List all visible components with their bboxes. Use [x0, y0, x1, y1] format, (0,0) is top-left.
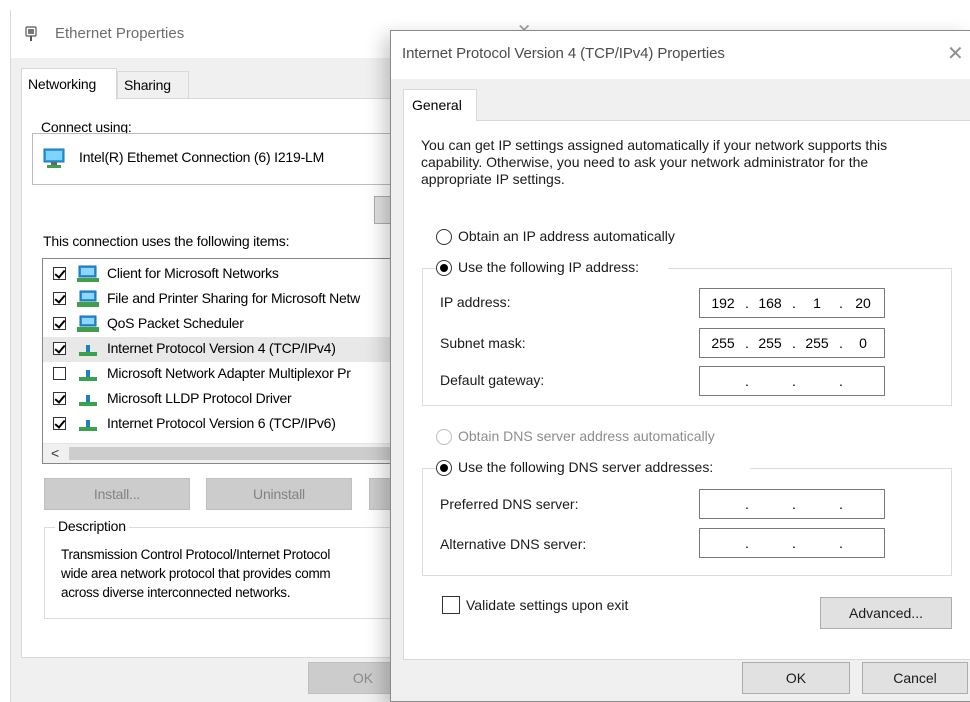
validate-settings-label: Validate settings upon exit — [466, 597, 629, 613]
network-service-icon — [77, 290, 99, 308]
items-label: This connection uses the following items… — [43, 233, 290, 249]
item-checkbox[interactable] — [53, 392, 66, 405]
item-label: Internet Protocol Version 4 (TCP/IPv4) — [107, 340, 336, 356]
tab-general[interactable]: General — [403, 89, 477, 121]
item-checkbox[interactable] — [53, 417, 66, 430]
tab-networking[interactable]: Networking — [21, 68, 117, 100]
ipv4-titlebar: Internet Protocol Version 4 (TCP/IPv4) P… — [391, 31, 970, 79]
protocol-icon — [77, 340, 99, 358]
tab-sharing[interactable]: Sharing — [117, 71, 189, 98]
protocol-icon — [77, 365, 99, 383]
subnet-mask-label: Subnet mask: — [440, 335, 526, 351]
preferred-dns-label: Preferred DNS server: — [440, 496, 579, 512]
ip-address-label: IP address: — [440, 294, 511, 310]
subnet-mask-field[interactable]: 255 . 255 . 255 . 0 — [699, 328, 885, 358]
validate-settings-checkbox[interactable] — [442, 596, 460, 614]
radio-label: Use the following IP address: — [458, 259, 640, 275]
item-label: File and Printer Sharing for Microsoft N… — [107, 290, 361, 306]
use-following-ip-radio[interactable]: Use the following IP address: — [436, 259, 668, 279]
protocol-icon — [77, 415, 99, 433]
item-label: Internet Protocol Version 6 (TCP/IPv6) — [107, 415, 336, 431]
octet-separator: . — [745, 535, 749, 551]
ipv4-title: Internet Protocol Version 4 (TCP/IPv4) P… — [402, 45, 725, 62]
item-checkbox[interactable] — [53, 267, 66, 280]
octet-separator: . — [839, 373, 843, 389]
alternative-dns-label: Alternative DNS server: — [440, 536, 587, 552]
ip-octet: 255 — [711, 335, 735, 351]
adapter-display: Intel(R) Ethemet Connection (6) I219-LM — [32, 133, 452, 185]
radio-button[interactable] — [436, 429, 452, 445]
dns-group — [422, 468, 952, 576]
ipv4-ok-button[interactable]: OK — [742, 662, 850, 694]
preferred-dns-field[interactable]: . . . — [699, 489, 885, 519]
item-label: Microsoft LLDP Protocol Driver — [107, 390, 292, 406]
octet-separator: . — [745, 496, 749, 512]
octet-separator: . — [839, 496, 843, 512]
radio-label: Obtain DNS server address automatically — [458, 428, 715, 444]
ip-octet: 168 — [758, 295, 782, 311]
ip-address-field[interactable]: 192 . 168 . 1 . 20 — [699, 288, 885, 318]
item-label: Microsoft Network Adapter Multiplexor Pr — [107, 365, 351, 381]
install-button[interactable]: Install... — [44, 478, 190, 510]
default-gateway-field[interactable]: . . . — [699, 366, 885, 396]
use-following-dns-radio[interactable]: Use the following DNS server addresses: — [436, 459, 750, 479]
ipv4-cancel-button[interactable]: Cancel — [862, 662, 968, 694]
ipv4-intro-text: You can get IP settings assigned automat… — [421, 137, 888, 187]
item-checkbox[interactable] — [53, 317, 66, 330]
ipv4-close-icon[interactable]: ✕ — [947, 41, 964, 66]
octet-separator: . — [745, 373, 749, 389]
adapter-name: Intel(R) Ethemet Connection (6) I219-LM — [79, 149, 325, 165]
octet-separator: . — [839, 535, 843, 551]
octet-separator: . — [792, 496, 796, 512]
ip-octet: 255 — [758, 335, 782, 351]
item-checkbox[interactable] — [53, 292, 66, 305]
item-label: Client for Microsoft Networks — [107, 265, 279, 281]
description-label: Description — [55, 518, 129, 534]
ip-octet: 192 — [711, 295, 735, 311]
radio-button[interactable] — [436, 460, 452, 476]
network-adapter-icon — [25, 26, 37, 42]
protocol-icon — [77, 390, 99, 408]
ip-octet: 20 — [855, 295, 871, 311]
scroll-left-icon[interactable]: < — [51, 445, 59, 461]
octet-separator: . — [792, 535, 796, 551]
ip-octet: 255 — [805, 335, 829, 351]
radio-label: Obtain an IP address automatically — [458, 228, 675, 244]
uninstall-button[interactable]: Uninstall — [206, 478, 352, 510]
default-gateway-label: Default gateway: — [440, 372, 545, 388]
alternative-dns-field[interactable]: . . . — [699, 528, 885, 558]
ip-octet: 0 — [859, 335, 867, 351]
ip-octet: 1 — [813, 295, 821, 311]
network-client-icon — [77, 265, 99, 283]
radio-label: Use the following DNS server addresses: — [458, 459, 714, 475]
item-label: QoS Packet Scheduler — [107, 315, 244, 331]
radio-button[interactable] — [436, 260, 452, 276]
adapter-icon — [43, 148, 67, 173]
radio-button[interactable] — [436, 229, 452, 245]
ethernet-title: Ethernet Properties — [55, 25, 185, 42]
octet-separator: . — [792, 373, 796, 389]
item-checkbox[interactable] — [53, 342, 66, 355]
network-service-icon — [77, 315, 99, 333]
item-checkbox[interactable] — [53, 367, 66, 380]
advanced-button[interactable]: Advanced... — [820, 597, 952, 629]
